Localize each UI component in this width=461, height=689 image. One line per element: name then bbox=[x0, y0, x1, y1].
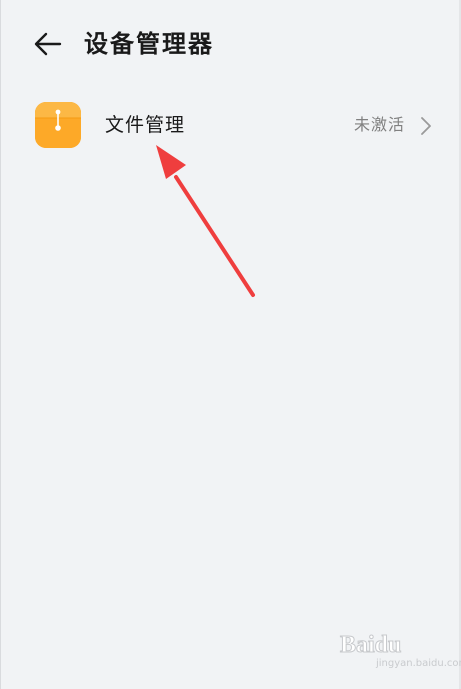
chevron-right-icon bbox=[421, 117, 431, 135]
watermark-subtext: jingyan.baidu.com bbox=[376, 658, 461, 669]
list-item-label: 文件管理 bbox=[105, 114, 186, 136]
page-title: 设备管理器 bbox=[84, 30, 214, 58]
file-folder-icon bbox=[35, 102, 81, 148]
list-item-file-manager[interactable]: 文件管理 未激活 bbox=[0, 92, 459, 162]
arrow-left-icon bbox=[34, 32, 62, 56]
device-manager-screen: 设备管理器 文件管理 未激活 Baidu jingyan.baidu.com bbox=[0, 0, 461, 689]
header-bar: 设备管理器 bbox=[0, 0, 461, 90]
baidu-watermark: Baidu jingyan.baidu.com bbox=[339, 632, 461, 676]
back-button[interactable] bbox=[28, 26, 68, 62]
status-label: 未激活 bbox=[354, 115, 406, 134]
watermark-logo: Baidu bbox=[339, 632, 402, 659]
